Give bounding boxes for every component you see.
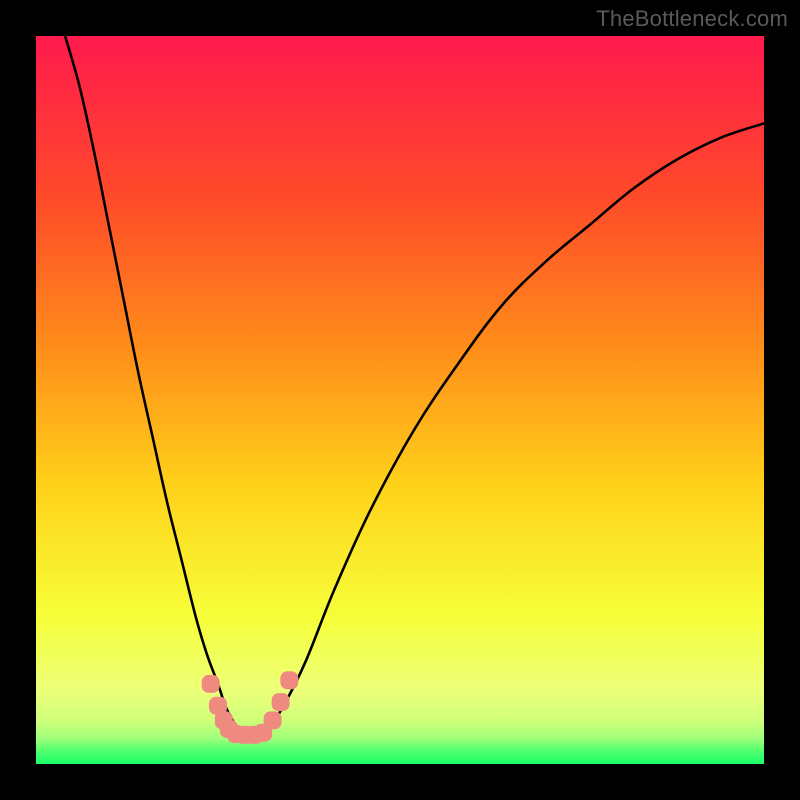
trough-marker bbox=[280, 671, 298, 689]
trough-marker bbox=[272, 693, 290, 711]
plot-area bbox=[36, 36, 764, 764]
trough-marker bbox=[202, 675, 220, 693]
chart-svg bbox=[36, 36, 764, 764]
trough-marker bbox=[264, 711, 282, 729]
chart-frame: TheBottleneck.com bbox=[0, 0, 800, 800]
watermark-text: TheBottleneck.com bbox=[596, 6, 788, 32]
